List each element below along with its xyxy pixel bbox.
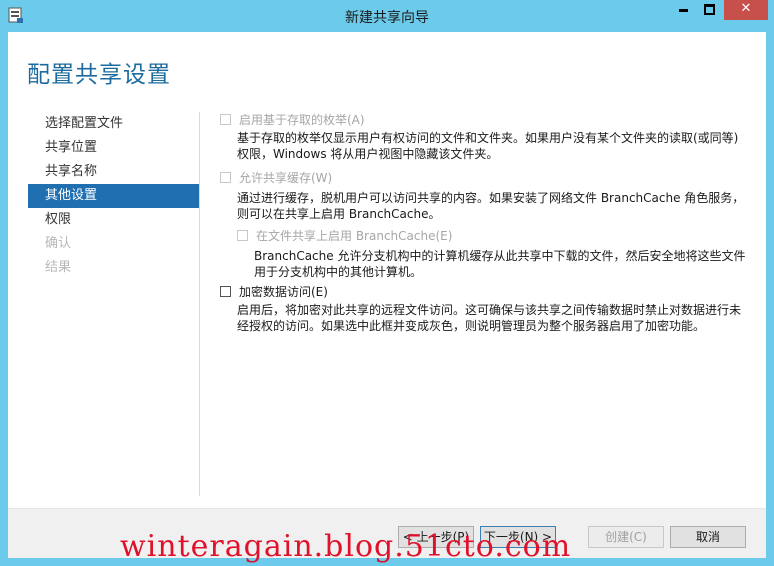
nav-item-select-profile[interactable]: 选择配置文件 — [28, 112, 200, 136]
close-button[interactable]: ✕ — [724, 0, 768, 20]
caching-label: 允许共享缓存(W) — [239, 170, 333, 185]
abe-desc-line1: 基于存取的枚举仅显示用户有权访问的文件和文件夹。如果用户没有某个文件夹的读取(或… — [237, 131, 739, 145]
nav-item-other-settings[interactable]: 其他设置 — [28, 184, 200, 208]
encrypt-label[interactable]: 加密数据访问(E) — [239, 283, 328, 300]
branchcache-label: 在文件共享上启用 BranchCache(E) — [256, 228, 453, 243]
caching-desc-line2: 则可以在共享上启用 BranchCache。 — [237, 207, 441, 221]
branchcache-desc-line1: BranchCache 允许分支机构中的计算机缓存从此共享中下载的文件，然后安全… — [254, 249, 746, 263]
caching-description: 通过进行缓存，脱机用户可以访问共享的内容。如果安装了网络文件 BranchCac… — [237, 190, 744, 222]
caching-checkbox — [220, 171, 231, 183]
nav-item-results: 结果 — [45, 260, 72, 275]
minimize-icon — [678, 9, 688, 12]
abe-description: 基于存取的枚举仅显示用户有权访问的文件和文件夹。如果用户没有某个文件夹的读取(或… — [237, 130, 738, 162]
page-title: 配置共享设置 — [27, 62, 171, 88]
wizard-client-area: 配置共享设置 选择配置文件 共享位置 共享名称 其他设置 权限 确认 结果 启用… — [8, 32, 766, 558]
nav-divider — [199, 112, 200, 496]
abe-desc-line2: 权限，Windows 将从用户视图中隐藏该文件夹。 — [237, 147, 499, 161]
maximize-icon — [703, 4, 715, 15]
branchcache-description: BranchCache 允许分支机构中的计算机缓存从此共享中下载的文件，然后安全… — [254, 248, 745, 280]
encrypt-option[interactable]: 加密数据访问(E) — [220, 282, 328, 300]
encrypt-desc-line2: 经授权的访问。如果选中此框并变成灰色，则说明管理员为整个服务器启用了加密功能。 — [237, 319, 706, 333]
maximize-button[interactable] — [696, 0, 722, 20]
nav-item-confirmation: 确认 — [45, 236, 72, 251]
close-icon: ✕ — [740, 1, 752, 16]
caching-option: 允许共享缓存(W) — [220, 168, 332, 186]
nav-item-share-name[interactable]: 共享名称 — [28, 160, 200, 184]
abe-checkbox — [220, 113, 231, 125]
nav-item-share-location[interactable]: 共享位置 — [28, 136, 200, 160]
branchcache-desc-line2: 用于分支机构中的其他计算机。 — [254, 265, 423, 279]
branchcache-option: 在文件共享上启用 BranchCache(E) — [237, 226, 452, 244]
watermark-text: winteragain.blog.51cto.com — [120, 529, 572, 564]
create-button: 创建(C) — [588, 526, 664, 548]
abe-option: 启用基于存取的枚举(A) — [220, 110, 365, 128]
encrypt-description: 启用后，将加密对此共享的远程文件访问。这可确保与该共享之间传输数据时禁止对数据进… — [237, 302, 741, 334]
abe-label: 启用基于存取的枚举(A) — [239, 112, 365, 127]
caching-desc-line1: 通过进行缓存，脱机用户可以访问共享的内容。如果安装了网络文件 BranchCac… — [237, 191, 745, 205]
encrypt-desc-line1: 启用后，将加密对此共享的远程文件访问。这可确保与该共享之间传输数据时禁止对数据进… — [237, 303, 742, 317]
title-bar: 新建共享向导 ✕ — [0, 0, 774, 32]
window-title: 新建共享向导 — [345, 10, 429, 26]
minimize-button[interactable] — [670, 0, 696, 20]
nav-item-permissions[interactable]: 权限 — [28, 208, 200, 232]
wizard-nav: 选择配置文件 共享位置 共享名称 其他设置 权限 确认 结果 — [28, 112, 200, 280]
encrypt-checkbox[interactable] — [220, 285, 231, 297]
branchcache-checkbox — [237, 229, 248, 241]
cancel-button[interactable]: 取消 — [670, 526, 746, 548]
